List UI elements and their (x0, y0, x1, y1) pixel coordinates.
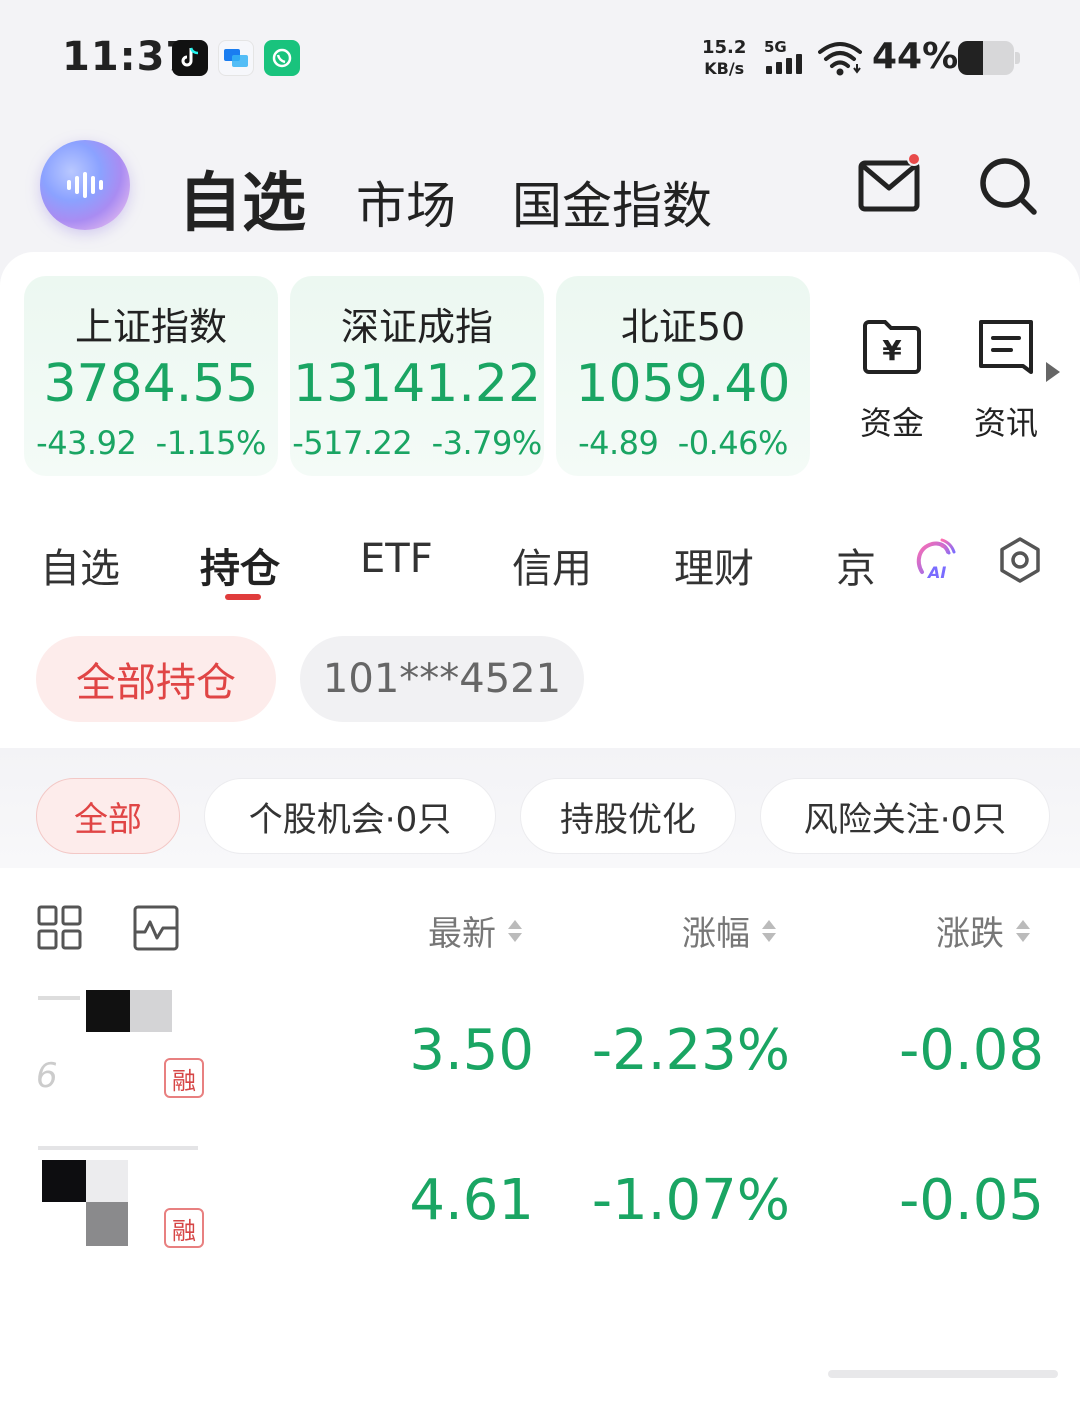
index-name: 上证指数 (74, 305, 227, 349)
filter-all-chip[interactable]: 全部 (36, 778, 180, 854)
settings-hex-icon[interactable] (996, 536, 1044, 584)
index-value: 1059.40 (575, 354, 791, 414)
redacted-block (42, 1160, 86, 1202)
funds-label: 资金 (859, 404, 924, 442)
active-tab-indicator (225, 594, 261, 600)
battery-percent: 44% (872, 36, 959, 77)
filter-risk-chip[interactable]: 风险关注·0只 (760, 778, 1050, 854)
chart-view-icon[interactable] (132, 904, 180, 952)
index-change: -517.22 -3.79% (292, 424, 542, 462)
phone-call-icon (264, 40, 300, 76)
scroll-right-icon[interactable] (1046, 362, 1060, 382)
index-value: 13141.22 (292, 354, 542, 414)
table-row[interactable]: 融 4.61 -1.07% -0.05 (30, 1130, 1050, 1260)
svg-text:¥: ¥ (882, 334, 902, 367)
index-change: -43.92 -1.15% (36, 424, 266, 462)
index-change: -4.89 -0.46% (578, 424, 788, 462)
column-change[interactable]: 涨跌 (936, 906, 1030, 955)
sort-icon (1016, 919, 1030, 942)
battery-icon (958, 41, 1014, 75)
sound-wave-icon (67, 172, 103, 198)
news-doc-icon (979, 320, 1033, 374)
nav-guojin-index[interactable]: 国金指数 (512, 166, 712, 238)
battery-tip (1015, 52, 1020, 64)
filter-opportunity-chip[interactable]: 个股机会·0只 (204, 778, 496, 854)
column-latest[interactable]: 最新 (428, 906, 522, 955)
voice-assistant-button[interactable] (40, 140, 130, 230)
wifi-icon (818, 42, 862, 76)
sort-icon (762, 919, 776, 942)
latest-price: 3.50 (409, 1018, 534, 1083)
redacted-block (130, 990, 172, 1032)
tab-credit[interactable]: 信用 (512, 536, 592, 594)
tab-etf[interactable]: ETF (360, 536, 433, 582)
sort-icon (508, 919, 522, 942)
news-label: 资讯 (973, 404, 1038, 442)
index-card-shenzhen[interactable]: 深证成指 13141.22 -517.22 -3.79% (290, 276, 544, 476)
change-percent: -2.23% (591, 1018, 790, 1083)
funds-button[interactable]: ¥ 资金 (842, 316, 942, 444)
nav-market[interactable]: 市场 (356, 166, 456, 238)
signal-icon (766, 54, 802, 74)
latest-price: 4.61 (409, 1168, 534, 1233)
index-name: 深证成指 (340, 305, 493, 349)
price-change: -0.05 (899, 1168, 1044, 1233)
redacted-block (86, 1160, 128, 1202)
tab-jing[interactable]: 京 (836, 536, 876, 594)
index-card-shanghai[interactable]: 上证指数 3784.55 -43.92 -1.15% (24, 276, 278, 476)
mail-icon[interactable] (858, 160, 920, 212)
redacted-name (38, 1146, 198, 1150)
change-percent: -1.07% (591, 1168, 790, 1233)
tab-wealth[interactable]: 理财 (674, 536, 754, 594)
tiktok-icon (172, 40, 208, 76)
nav-watchlist[interactable]: 自选 (178, 152, 306, 244)
notification-dot (907, 152, 921, 166)
grid-view-icon[interactable] (36, 904, 84, 952)
yuan-folder-icon: ¥ (863, 320, 921, 374)
redacted-name (38, 996, 80, 1000)
redacted-block (86, 1202, 128, 1246)
redacted-block (86, 990, 130, 1032)
column-change-pct[interactable]: 涨幅 (682, 906, 776, 955)
filter-optimize-chip[interactable]: 持股优化 (520, 778, 736, 854)
account-pill[interactable]: 101***4521 (300, 636, 584, 722)
ai-assistant-icon[interactable]: AI (912, 534, 960, 582)
svg-text:AI: AI (926, 563, 946, 582)
index-value: 3784.55 (43, 354, 259, 414)
net-speed: 15.2 KB/s (702, 37, 747, 78)
messages-icon (218, 40, 254, 76)
table-row[interactable]: 6 融 3.50 -2.23% -0.08 (30, 980, 1050, 1110)
index-card-bse50[interactable]: 北证50 1059.40 -4.89 -0.46% (556, 276, 810, 476)
redacted-code: 6 (36, 1056, 58, 1096)
tab-watchlist[interactable]: 自选 (40, 536, 120, 594)
search-icon[interactable] (978, 156, 1040, 218)
news-button[interactable]: 资讯 (956, 316, 1056, 444)
index-name: 北证50 (620, 305, 746, 349)
margin-badge: 融 (164, 1208, 204, 1248)
margin-badge: 融 (164, 1058, 204, 1098)
tab-holdings[interactable]: 持仓 (200, 536, 280, 594)
all-holdings-pill[interactable]: 全部持仓 (36, 636, 276, 722)
home-indicator (828, 1370, 1058, 1378)
price-change: -0.08 (899, 1018, 1044, 1083)
